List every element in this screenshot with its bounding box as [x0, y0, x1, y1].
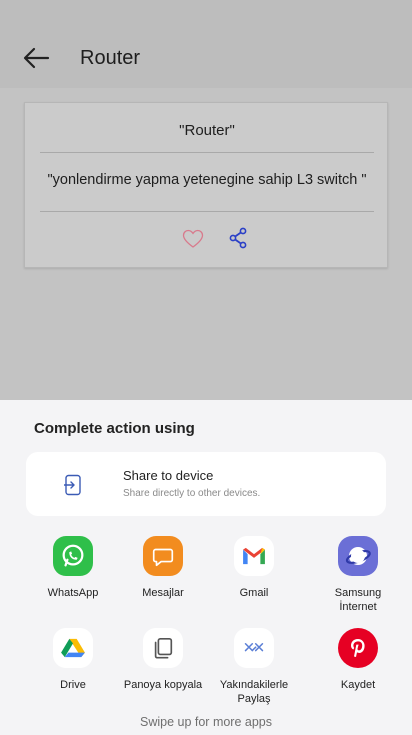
share-to-device-button[interactable]: Share to device Share directly to other …: [26, 452, 386, 516]
back-arrow-icon[interactable]: [22, 46, 50, 70]
app-gmail[interactable]: Gmail: [209, 536, 299, 600]
heart-icon[interactable]: [182, 229, 204, 249]
nearby-share-icon: [234, 628, 274, 668]
app-label: Samsung İnternet: [334, 587, 382, 613]
card-divider: [40, 211, 374, 212]
share-icon[interactable]: [228, 227, 248, 249]
app-label: Mesajlar: [142, 587, 184, 599]
app-drive[interactable]: Drive: [28, 628, 118, 692]
messages-icon: [143, 536, 183, 576]
whatsapp-icon: [53, 536, 93, 576]
share-to-device-icon: [63, 474, 84, 496]
copy-icon: [143, 628, 183, 668]
app-bar: Router: [0, 0, 412, 88]
definition-card: "Router" "yonlendirme yapma yetenegine s…: [24, 102, 388, 268]
app-messages[interactable]: Mesajlar: [118, 536, 208, 600]
term-title: "Router": [179, 122, 235, 139]
gmail-icon: [234, 536, 274, 576]
app-whatsapp[interactable]: WhatsApp: [28, 536, 118, 600]
samsung-internet-icon: [338, 536, 378, 576]
pinterest-icon: [338, 628, 378, 668]
app-label: Panoya kopyala: [123, 679, 203, 691]
share-sheet: Complete action using Share to device Sh…: [0, 400, 412, 735]
share-to-device-title: Share to device: [123, 468, 214, 483]
app-pinterest-save[interactable]: Kaydet: [313, 628, 403, 692]
drive-icon: [53, 628, 93, 668]
app-label: Gmail: [239, 587, 269, 599]
page-title: Router: [80, 47, 141, 69]
card-divider: [40, 152, 374, 153]
app-label: Kaydet: [340, 679, 376, 691]
app-label: Drive: [60, 679, 86, 691]
term-definition: "yonlendirme yapma yetenegine sahip L3 s…: [47, 172, 367, 188]
app-label: Yakındakilerle Paylaş: [219, 679, 289, 705]
app-nearby-share[interactable]: Yakındakilerle Paylaş: [209, 628, 299, 706]
sheet-title: Complete action using: [34, 420, 195, 437]
swipe-hint: Swipe up for more apps: [139, 715, 272, 729]
app-background: Router "Router" "yonlendirme yapma yeten…: [0, 0, 412, 400]
share-to-device-subtitle: Share directly to other devices.: [123, 488, 261, 499]
app-copy-to-clipboard[interactable]: Panoya kopyala: [118, 628, 208, 692]
app-samsung-internet[interactable]: Samsung İnternet: [313, 536, 403, 614]
app-label: WhatsApp: [47, 587, 99, 599]
